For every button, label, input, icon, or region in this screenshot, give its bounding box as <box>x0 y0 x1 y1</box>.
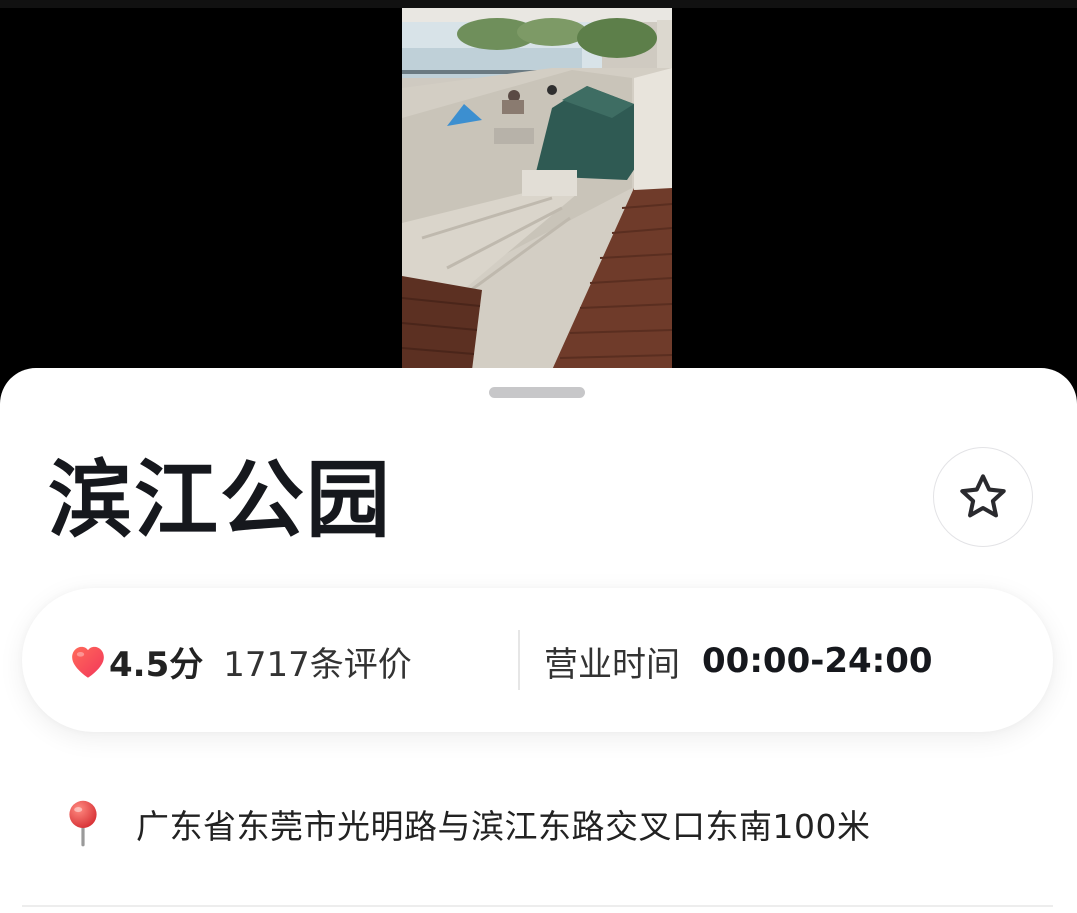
address-text: 广东省东莞市光明路与滨江东路交叉口东南100米 <box>136 807 871 846</box>
section-divider <box>22 905 1053 907</box>
info-card: 4.5分 1717条评价 营业时间 00:00-24:00 <box>22 588 1053 732</box>
place-photo[interactable] <box>402 8 672 370</box>
address-row[interactable]: 广东省东莞市光明路与滨江东路交叉口东南100米 <box>66 798 871 850</box>
hours-label: 营业时间 <box>544 644 680 685</box>
hours-value: 00:00-24:00 <box>702 641 933 681</box>
info-divider <box>518 630 520 690</box>
review-count[interactable]: 1717条评价 <box>223 637 412 686</box>
rating-section[interactable]: 4.5分 1717条评价 <box>68 636 412 686</box>
rating-score: 4.5分 <box>109 644 204 685</box>
place-photo-image <box>402 8 672 370</box>
hours-section: 营业时间 00:00-24:00 <box>544 636 933 686</box>
media-viewer[interactable] <box>0 0 1077 400</box>
favorite-button[interactable] <box>933 447 1033 547</box>
heart-icon <box>72 646 104 678</box>
status-strip <box>0 0 1077 8</box>
place-detail-sheet: 滨江公园 4.5分 1717条评价 营业时间 00:00-24:00 广东省东莞… <box>0 368 1077 913</box>
drag-handle[interactable] <box>489 387 585 398</box>
map-pin-icon <box>69 800 97 847</box>
place-title: 滨江公园 <box>48 451 393 549</box>
star-outline-icon <box>960 474 1006 518</box>
